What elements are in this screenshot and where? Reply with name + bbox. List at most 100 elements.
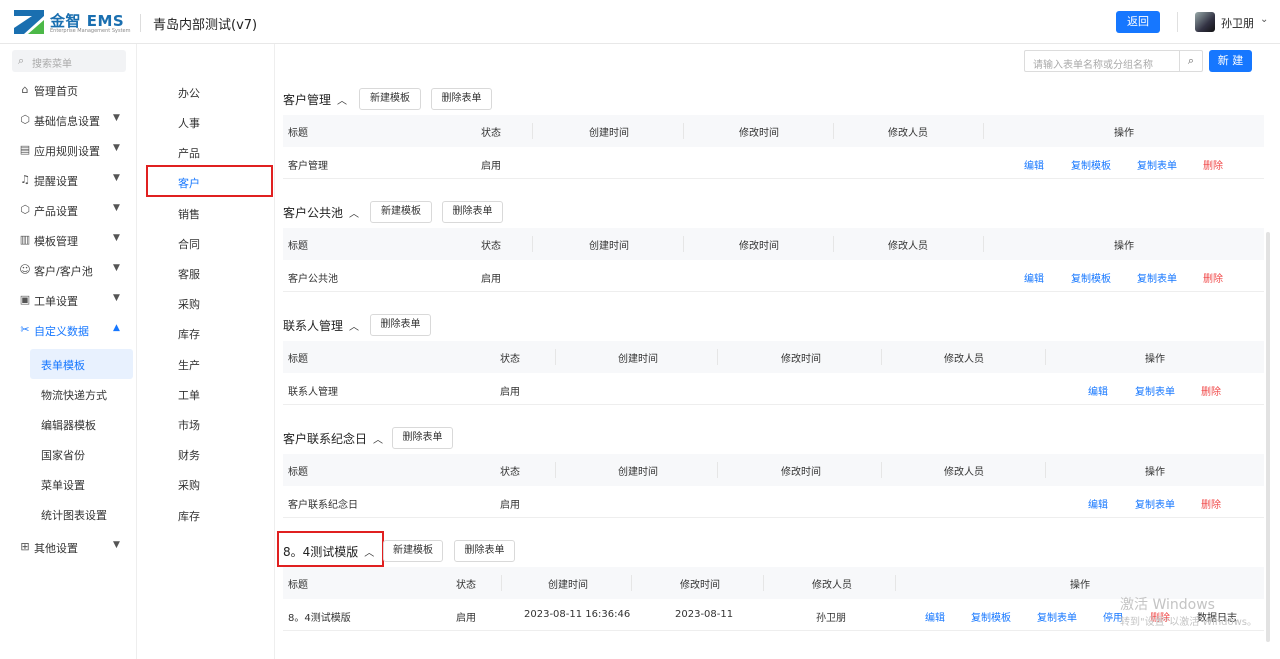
sidebar-item-label: 基础信息设置 (34, 115, 100, 128)
form-search-input[interactable]: 请输入表单名称或分组名称 (1024, 50, 1180, 72)
column-header: 状态 (500, 467, 520, 478)
category-item[interactable]: 采购 (178, 296, 200, 312)
sidebar-item-customer[interactable]: ☺ 客户/客户池 ▼ (0, 255, 137, 285)
cell-title: 客户公共池 (288, 274, 338, 285)
column-divider (763, 575, 764, 591)
delete-link[interactable]: 删除 (1203, 157, 1223, 172)
sidebar-item-reminder[interactable]: ♫ 提醒设置 ▼ (0, 165, 137, 195)
table-row: 8。4测试模版 启用 2023-08-11 16:36:46 2023-08-1… (283, 599, 1264, 631)
sidebar-item-app-rules[interactable]: ▤ 应用规则设置 ▼ (0, 135, 137, 165)
new-button[interactable]: 新 建 (1209, 50, 1252, 72)
sidebar-subitem-editor-template[interactable]: 编辑器模板 (0, 409, 137, 439)
sidebar-subitem-chart-settings[interactable]: 统计图表设置 (0, 499, 137, 529)
box-icon: ⬡ (20, 203, 30, 216)
column-divider (983, 236, 984, 252)
content-scrollbar[interactable] (1266, 232, 1270, 642)
search-icon: ⌕ (18, 54, 25, 67)
search-icon[interactable]: ⌕ (1179, 50, 1203, 72)
sidebar-item-label: 其他设置 (34, 542, 78, 555)
delete-form-button[interactable]: 删除表单 (431, 88, 492, 110)
chevron-down-icon[interactable]: ⌄ (1260, 14, 1268, 25)
category-item[interactable]: 生产 (178, 357, 200, 373)
section-title[interactable]: 联系人管理 ︿ (283, 317, 359, 334)
windows-activation-watermark: 激活 Windows (1120, 597, 1215, 613)
category-item[interactable]: 工单 (178, 387, 200, 403)
chevron-down-icon: ▼ (113, 203, 120, 213)
delete-link[interactable]: 删除 (1201, 496, 1221, 511)
chevron-up-icon[interactable]: ︿ (349, 322, 359, 333)
delete-form-button[interactable]: 删除表单 (370, 314, 431, 336)
sidebar-item-custom-data[interactable]: ✂ 自定义数据 ▲ (0, 315, 137, 345)
copy-form-link[interactable]: 复制表单 (1135, 496, 1175, 511)
new-template-button[interactable]: 新建模板 (383, 540, 443, 562)
category-item[interactable]: 产品 (178, 145, 200, 161)
cell-status: 启用 (500, 500, 520, 511)
category-item[interactable]: 采购 (178, 477, 200, 493)
custom-icon: ✂ (20, 323, 30, 336)
new-template-button[interactable]: 新建模板 (359, 88, 421, 110)
user-name[interactable]: 孙卫朋 (1221, 15, 1254, 31)
sidebar-subitem-country-province[interactable]: 国家省份 (0, 439, 137, 469)
sidebar-item-basic-info[interactable]: ⬡ 基础信息设置 ▼ (0, 105, 137, 135)
avatar[interactable] (1195, 12, 1215, 32)
new-template-button[interactable]: 新建模板 (370, 201, 432, 223)
delete-link[interactable]: 删除 (1201, 383, 1221, 398)
copy-template-link[interactable]: 复制模板 (1071, 270, 1111, 285)
section-title[interactable]: 客户联系纪念日 ︿ (283, 430, 383, 447)
copy-form-link[interactable]: 复制表单 (1135, 383, 1175, 398)
sidebar-item-label: 管理首页 (34, 85, 78, 98)
delete-link[interactable]: 删除 (1203, 270, 1223, 285)
category-item[interactable]: 库存 (178, 508, 200, 524)
sidebar-subitem-form-template[interactable]: 表单模板 (30, 349, 133, 379)
copy-form-link[interactable]: 复制表单 (1137, 157, 1177, 172)
copy-template-link[interactable]: 复制模板 (971, 609, 1011, 624)
category-item[interactable]: 销售 (178, 206, 200, 222)
section-title[interactable]: 客户公共池 ︿ (283, 204, 359, 221)
chevron-up-icon[interactable]: ︿ (373, 435, 383, 446)
column-header: 创建时间 (589, 128, 629, 139)
cell-title: 8。4测试模版 (288, 613, 351, 624)
sidebar-subitem-label: 编辑器模板 (41, 419, 96, 432)
edit-link[interactable]: 编辑 (925, 609, 945, 624)
edit-link[interactable]: 编辑 (1088, 496, 1108, 511)
back-button[interactable]: 返回 (1116, 11, 1160, 33)
cell-title: 客户联系纪念日 (288, 500, 358, 511)
edit-link[interactable]: 编辑 (1024, 270, 1044, 285)
chevron-up-icon[interactable]: ︿ (337, 96, 347, 107)
category-item[interactable]: 财务 (178, 447, 200, 463)
delete-form-button[interactable]: 删除表单 (442, 201, 503, 223)
logo[interactable]: 金智 EMS Enterprise Management System (14, 8, 134, 36)
column-divider (501, 575, 502, 591)
sidebar-item-home[interactable]: ⌂ 管理首页 (0, 75, 137, 105)
sidebar-item-ticket[interactable]: ▣ 工单设置 ▼ (0, 285, 137, 315)
section-highlight-box (277, 531, 384, 567)
sidebar-subitem-menu-settings[interactable]: 菜单设置 (0, 469, 137, 499)
cell-status: 启用 (481, 161, 501, 172)
sidebar-item-product[interactable]: ⬡ 产品设置 ▼ (0, 195, 137, 225)
column-divider (532, 236, 533, 252)
sidebar-subitem-logistics[interactable]: 物流快递方式 (0, 379, 137, 409)
grid-icon: ⊞ (20, 540, 30, 553)
chevron-up-icon[interactable]: ︿ (349, 209, 359, 220)
template-icon: ▥ (19, 233, 31, 246)
sidebar-item-template[interactable]: ▥ 模板管理 ▼ (0, 225, 137, 255)
copy-form-link[interactable]: 复制表单 (1137, 270, 1177, 285)
category-highlight-box (146, 165, 273, 197)
delete-form-button[interactable]: 删除表单 (454, 540, 515, 562)
category-item[interactable]: 客服 (178, 266, 200, 282)
sidebar-item-other-settings[interactable]: ⊞ 其他设置 ▼ (0, 532, 137, 562)
delete-form-button[interactable]: 删除表单 (392, 427, 453, 449)
column-header: 标题 (288, 580, 308, 591)
category-item[interactable]: 库存 (178, 326, 200, 342)
edit-link[interactable]: 编辑 (1088, 383, 1108, 398)
table-header: 标题 状态 创建时间 修改时间 修改人员 操作 (283, 341, 1264, 373)
edit-link[interactable]: 编辑 (1024, 157, 1044, 172)
category-item[interactable]: 人事 (178, 115, 200, 131)
menu-search-input[interactable]: ⌕ 搜索菜单 (12, 50, 126, 72)
category-item[interactable]: 合同 (178, 236, 200, 252)
copy-form-link[interactable]: 复制表单 (1037, 609, 1077, 624)
section-title[interactable]: 客户管理 ︿ (283, 91, 347, 108)
category-item[interactable]: 市场 (178, 417, 200, 433)
copy-template-link[interactable]: 复制模板 (1071, 157, 1111, 172)
category-item[interactable]: 办公 (178, 85, 200, 101)
